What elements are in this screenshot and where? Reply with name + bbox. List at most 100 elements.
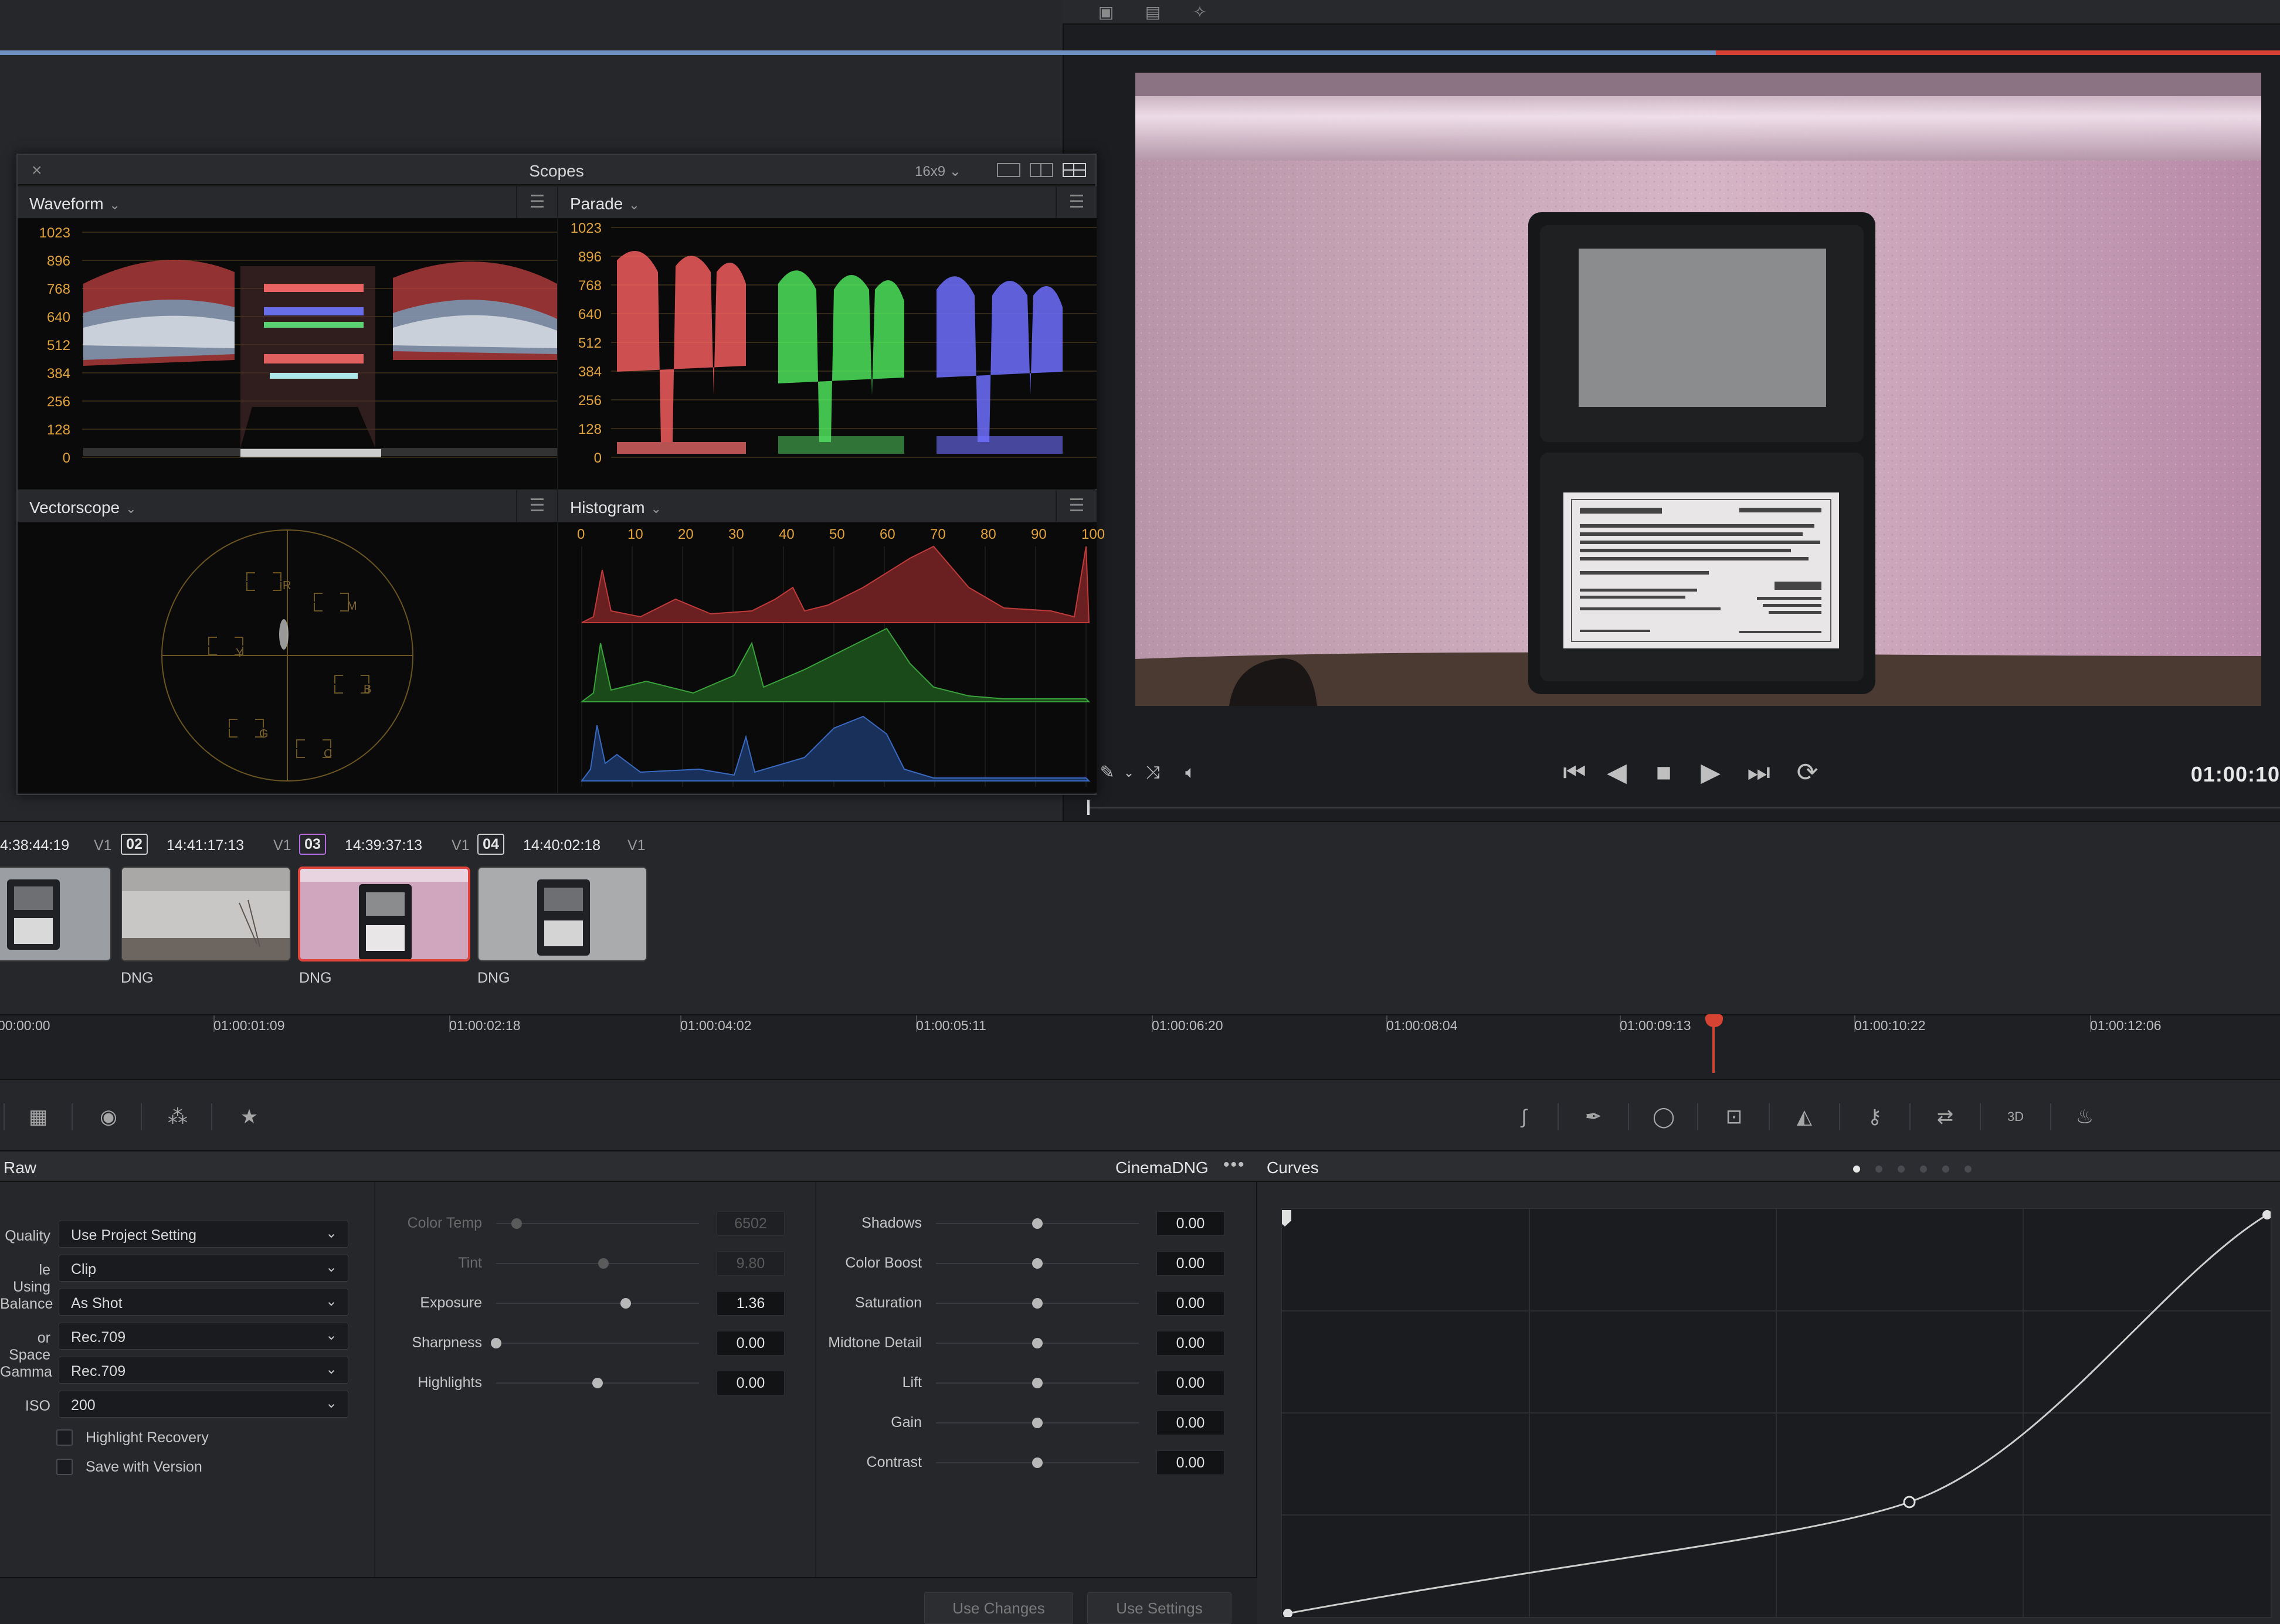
curve-point[interactable] bbox=[1283, 1609, 1292, 1618]
slider-knob[interactable] bbox=[1032, 1258, 1043, 1269]
timeline-clip-track[interactable] bbox=[0, 50, 1716, 55]
play-icon[interactable]: ▶ bbox=[1696, 757, 1725, 788]
histogram-select[interactable]: Histogram ⌄ bbox=[570, 498, 661, 517]
slider-knob[interactable] bbox=[511, 1218, 522, 1229]
volume-icon[interactable]: 🔈︎ bbox=[1178, 757, 1203, 788]
slider-knob[interactable] bbox=[1032, 1338, 1043, 1348]
sizing-icon[interactable]: ⇄ bbox=[1930, 1103, 1960, 1130]
vectorscope-select[interactable]: Vectorscope ⌄ bbox=[29, 498, 137, 517]
use-settings-button[interactable]: Use Settings bbox=[1087, 1592, 1231, 1624]
raw-field-select[interactable]: 200 ⌄ bbox=[59, 1391, 348, 1418]
aspect-select[interactable]: 16x9 ⌄ bbox=[915, 163, 961, 180]
viewer-image[interactable] bbox=[1135, 73, 2261, 706]
scope-settings-icon[interactable]: ☰ bbox=[1056, 186, 1097, 218]
slider-knob[interactable] bbox=[592, 1378, 603, 1388]
raw-slider[interactable] bbox=[936, 1457, 1139, 1468]
raw-slider[interactable] bbox=[936, 1258, 1139, 1269]
parade-select[interactable]: Parade ⌄ bbox=[570, 195, 640, 213]
raw-value-field[interactable]: 0.00 bbox=[1156, 1291, 1224, 1316]
raw-value-field[interactable]: 0.00 bbox=[1156, 1251, 1224, 1276]
curve-point[interactable] bbox=[1903, 1496, 1916, 1509]
slider-knob[interactable] bbox=[1032, 1418, 1043, 1428]
curve-handle-icon[interactable] bbox=[1278, 1210, 1291, 1227]
slider-knob[interactable] bbox=[1032, 1457, 1043, 1468]
play-reverse-icon[interactable]: ◀ bbox=[1602, 757, 1631, 788]
timeline-current-clip-track[interactable] bbox=[1716, 50, 2280, 55]
curves-page-dot[interactable] bbox=[1875, 1166, 1882, 1173]
stop-icon[interactable]: ■ bbox=[1649, 757, 1678, 788]
skip-to-end-icon[interactable]: ⏭︎ bbox=[1738, 757, 1779, 788]
mini-timeline[interactable]: 00:00:00 01:00:01:09 01:00:02:18 01:00:04:0… bbox=[0, 1014, 2280, 1079]
raw-slider[interactable] bbox=[496, 1298, 699, 1309]
slider-knob[interactable] bbox=[1032, 1298, 1043, 1309]
loop-icon[interactable]: ⟳ bbox=[1790, 757, 1825, 788]
key-icon[interactable]: ⚷ bbox=[1860, 1103, 1889, 1130]
raw-field-select[interactable]: Use Project Setting ⌄ bbox=[59, 1221, 348, 1248]
motion-effects-icon[interactable]: ★ bbox=[235, 1103, 264, 1130]
slider-knob[interactable] bbox=[1032, 1378, 1043, 1388]
single-view-icon[interactable]: ▣ bbox=[1092, 4, 1120, 21]
curve-point[interactable] bbox=[2262, 1210, 2272, 1219]
blur-icon[interactable]: ◭ bbox=[1790, 1103, 1819, 1130]
raw-value-field[interactable]: 0.00 bbox=[1156, 1371, 1224, 1395]
shuffle-icon[interactable]: ⤨ bbox=[1141, 757, 1165, 788]
raw-field-select[interactable]: Clip ⌄ bbox=[59, 1255, 348, 1282]
clip-thumbnail-2[interactable] bbox=[121, 867, 291, 962]
layout-quad-icon[interactable] bbox=[1063, 163, 1086, 177]
clips-icon[interactable]: ▦ bbox=[23, 1103, 53, 1130]
raw-slider[interactable] bbox=[936, 1418, 1139, 1428]
raw-slider[interactable] bbox=[491, 1338, 699, 1348]
raw-slider[interactable] bbox=[496, 1378, 699, 1388]
clip-thumbnail-3[interactable] bbox=[298, 867, 470, 962]
curves-page-dot[interactable] bbox=[1942, 1166, 1949, 1173]
curves-page-dot[interactable] bbox=[1853, 1166, 1860, 1173]
raw-value-field[interactable]: 1.36 bbox=[717, 1291, 785, 1316]
raw-value-field[interactable]: 0.00 bbox=[717, 1331, 785, 1355]
raw-slider[interactable] bbox=[936, 1218, 1139, 1229]
raw-value-field[interactable]: 0.00 bbox=[1156, 1211, 1224, 1236]
split-view-icon[interactable]: ▤ bbox=[1139, 4, 1167, 21]
curves-graph[interactable] bbox=[1278, 1208, 2272, 1618]
layout-single-icon[interactable] bbox=[997, 163, 1020, 177]
curves-icon[interactable]: ∫ bbox=[1509, 1103, 1539, 1130]
slider-knob[interactable] bbox=[491, 1338, 501, 1348]
effects-icon[interactable]: ♨ bbox=[2070, 1103, 2099, 1130]
magic-wand-icon[interactable]: ✧ bbox=[1186, 4, 1214, 21]
raw-value-field[interactable]: 0.00 bbox=[1156, 1331, 1224, 1355]
scope-settings-icon[interactable]: ☰ bbox=[516, 490, 557, 522]
raw-value-field[interactable]: 0.00 bbox=[1156, 1411, 1224, 1435]
slider-knob[interactable] bbox=[1032, 1218, 1043, 1229]
raw-field-select[interactable]: Rec.709 ⌄ bbox=[59, 1357, 348, 1384]
clip-thumbnail-4[interactable] bbox=[477, 867, 647, 962]
chevron-down-icon[interactable]: ⌄ bbox=[1120, 757, 1138, 788]
use-changes-button[interactable]: Use Changes bbox=[924, 1592, 1073, 1624]
qualifier-icon[interactable]: ✒ bbox=[1579, 1103, 1608, 1130]
raw-field-select[interactable]: As Shot ⌄ bbox=[59, 1289, 348, 1316]
layout-double-icon[interactable] bbox=[1030, 163, 1053, 177]
window-icon[interactable]: ◯ bbox=[1649, 1103, 1678, 1130]
raw-slider[interactable] bbox=[496, 1218, 699, 1229]
scope-settings-icon[interactable]: ☰ bbox=[516, 186, 557, 218]
more-options-icon[interactable]: ••• bbox=[1223, 1155, 1246, 1175]
checkbox[interactable] bbox=[56, 1459, 73, 1475]
curves-page-dot[interactable] bbox=[1898, 1166, 1905, 1173]
raw-field-select[interactable]: Rec.709 ⌄ bbox=[59, 1323, 348, 1350]
curves-page-dot[interactable] bbox=[1965, 1166, 1972, 1173]
raw-slider[interactable] bbox=[936, 1338, 1139, 1348]
raw-value-field[interactable]: 0.00 bbox=[1156, 1450, 1224, 1475]
3d-icon[interactable]: 3D bbox=[2001, 1103, 2030, 1130]
pick-tool-icon[interactable]: ✎ bbox=[1095, 757, 1119, 788]
raw-slider[interactable] bbox=[936, 1378, 1139, 1388]
clip-thumbnail-1[interactable] bbox=[0, 867, 111, 962]
scope-settings-icon[interactable]: ☰ bbox=[1056, 490, 1097, 522]
raw-slider[interactable] bbox=[496, 1258, 699, 1269]
checkbox[interactable] bbox=[56, 1429, 73, 1446]
slider-knob[interactable] bbox=[598, 1258, 609, 1269]
waveform-select[interactable]: Waveform ⌄ bbox=[29, 195, 120, 213]
raw-slider[interactable] bbox=[936, 1298, 1139, 1309]
slider-knob[interactable] bbox=[620, 1298, 632, 1309]
curves-page-dot[interactable] bbox=[1920, 1166, 1927, 1173]
skip-to-start-icon[interactable]: ⏮︎ bbox=[1554, 757, 1595, 788]
viewer-scrubber-head[interactable] bbox=[1087, 800, 1090, 815]
raw-value-field[interactable]: 0.00 bbox=[717, 1371, 785, 1395]
